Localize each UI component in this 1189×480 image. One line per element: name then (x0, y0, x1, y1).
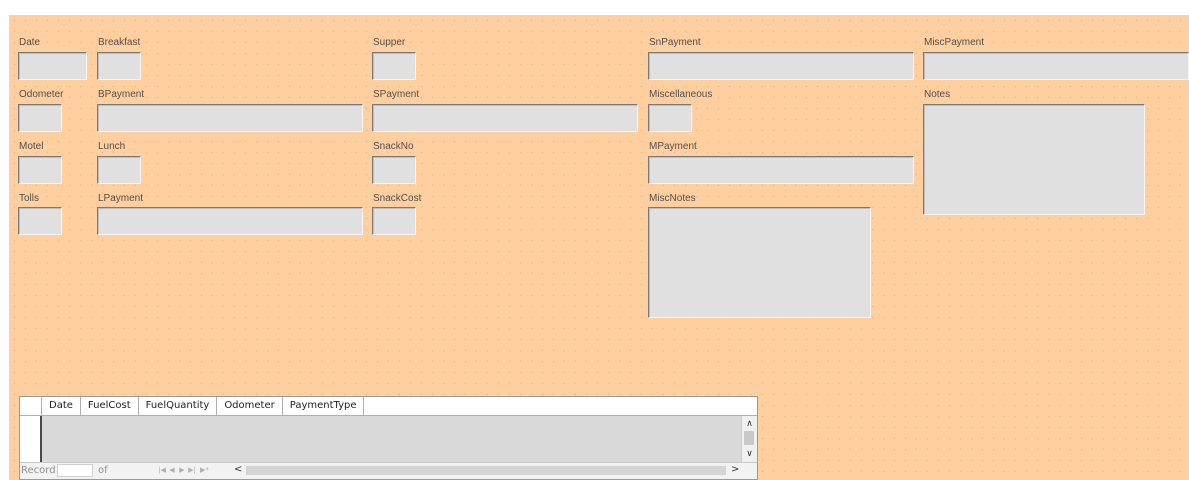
record-number-input[interactable] (57, 464, 93, 477)
new-record-icon[interactable]: ▶* (200, 465, 209, 476)
scroll-right-icon[interactable]: > (731, 464, 739, 475)
grid-data-area[interactable] (42, 416, 741, 462)
date-label: Date (19, 37, 41, 48)
record-navigator: Record of |◀ ◀ ▶ ▶| ▶* < > (20, 462, 757, 479)
motel-field[interactable] (18, 156, 62, 184)
miscnotes-label: MiscNotes (649, 193, 696, 204)
lpayment-label: LPayment (98, 193, 144, 204)
record-total (112, 464, 156, 477)
bpayment-label: BPayment (98, 89, 145, 100)
miscellaneous-label: Miscellaneous (649, 89, 713, 100)
vertical-scrollbar[interactable]: ∧ ∨ (741, 416, 757, 462)
miscpayment-label: MiscPayment (924, 37, 985, 48)
notes-memo[interactable] (923, 104, 1145, 215)
snackcost-field[interactable] (372, 207, 416, 235)
column-header-fuelcost[interactable]: FuelCost (81, 397, 139, 415)
lunch-field[interactable] (97, 156, 141, 184)
grid-header-row: Date FuelCost FuelQuantity Odometer Paym… (20, 397, 757, 416)
snpayment-label: SnPayment (649, 37, 701, 48)
miscellaneous-field[interactable] (648, 104, 692, 132)
supper-field[interactable] (372, 52, 416, 80)
scroll-up-icon[interactable]: ∧ (742, 418, 757, 430)
snpayment-field[interactable] (648, 52, 914, 80)
spayment-field[interactable] (372, 104, 638, 132)
spayment-label: SPayment (373, 89, 420, 100)
first-record-icon[interactable]: |◀ (158, 465, 166, 476)
snackno-label: SnackNo (373, 141, 414, 152)
odometer-label: Odometer (19, 89, 64, 100)
previous-record-icon[interactable]: ◀ (168, 465, 176, 476)
lunch-label: Lunch (98, 141, 126, 152)
column-header-paymenttype[interactable]: PaymentType (283, 397, 365, 415)
grid-corner-cell (20, 397, 42, 415)
date-field[interactable] (18, 52, 87, 80)
column-header-date[interactable]: Date (42, 397, 81, 415)
of-label: of (98, 465, 108, 476)
tolls-field[interactable] (18, 207, 62, 235)
odometer-field[interactable] (18, 104, 62, 132)
breakfast-field[interactable] (97, 52, 141, 80)
record-label: Record (21, 465, 56, 476)
next-record-icon[interactable]: ▶ (178, 465, 186, 476)
column-header-odometer[interactable]: Odometer (217, 397, 283, 415)
horizontal-scrollbar[interactable] (246, 466, 726, 475)
bpayment-field[interactable] (97, 104, 363, 132)
column-header-fuelquantity[interactable]: FuelQuantity (139, 397, 218, 415)
lpayment-field[interactable] (97, 207, 363, 235)
mpayment-label: MPayment (649, 141, 697, 152)
snackcost-label: SnackCost (373, 193, 422, 204)
notes-label: Notes (924, 89, 951, 100)
scroll-down-icon[interactable]: ∨ (742, 448, 757, 460)
miscnotes-memo[interactable] (648, 207, 871, 318)
mpayment-field[interactable] (648, 156, 914, 184)
fuel-table-grid[interactable]: Date FuelCost FuelQuantity Odometer Paym… (19, 396, 758, 480)
breakfast-label: Breakfast (98, 37, 141, 48)
miscpayment-field[interactable] (923, 52, 1189, 80)
snackno-field[interactable] (372, 156, 416, 184)
grid-row-header[interactable] (20, 416, 42, 462)
scroll-thumb[interactable] (744, 431, 754, 445)
tolls-label: Tolls (19, 193, 40, 204)
supper-label: Supper (373, 37, 406, 48)
motel-label: Motel (19, 141, 44, 152)
scroll-left-icon[interactable]: < (234, 464, 242, 475)
last-record-icon[interactable]: ▶| (188, 465, 196, 476)
